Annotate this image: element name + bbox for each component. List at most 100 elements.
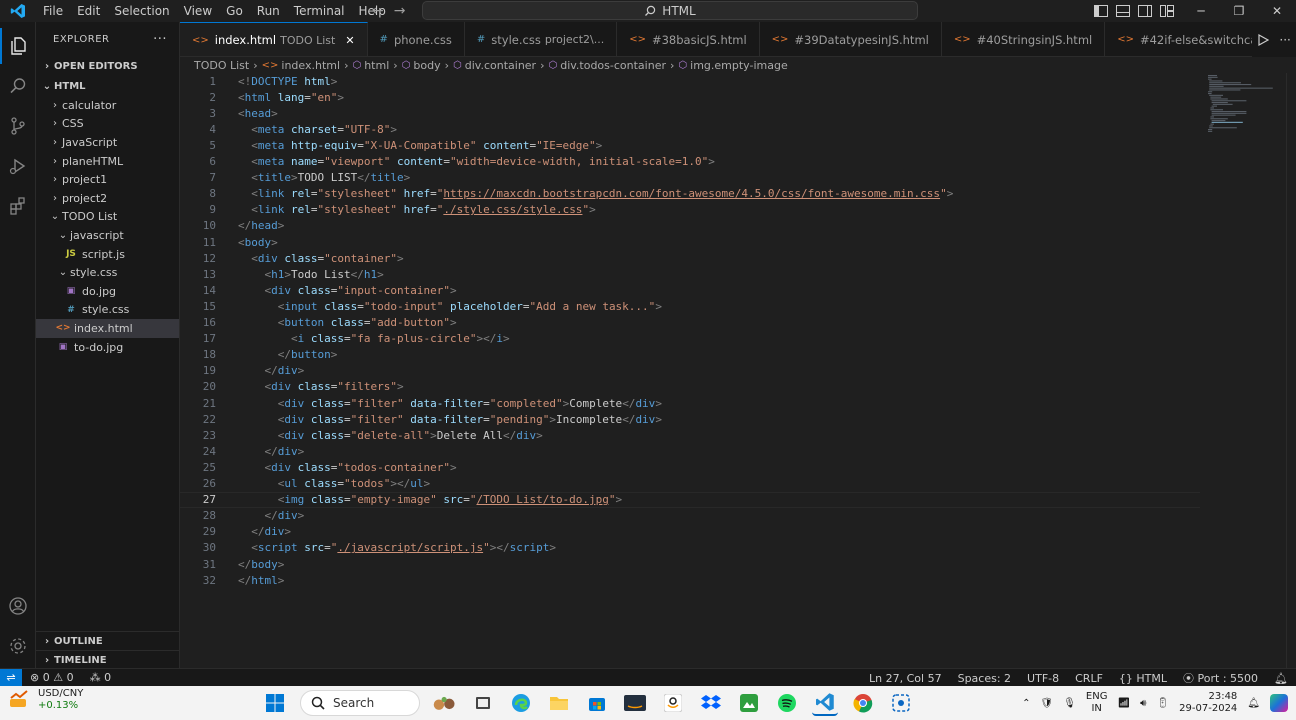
tree-item[interactable]: › project1 [36,170,179,189]
tree-item[interactable]: JS script.js [36,245,179,264]
tree-item[interactable]: ▣ do.jpg [36,282,179,301]
more-actions-icon[interactable]: ··· [153,32,167,47]
live-server-port[interactable]: ⦿ Port : 5500 [1175,670,1266,686]
tab-editor[interactable]: # phone.css [368,22,465,56]
search-icon[interactable] [0,68,36,104]
tab-editor[interactable]: <> #38basicJS.html [617,22,760,56]
end-of-line[interactable]: CRLF [1067,672,1111,685]
menu-run[interactable]: Run [250,0,287,22]
code-line[interactable]: 4 <meta charset="UTF-8"> [180,121,1200,137]
windows-start-icon[interactable] [262,690,288,716]
tree-item[interactable]: › calculator [36,96,179,115]
menu-selection[interactable]: Selection [107,0,176,22]
menu-edit[interactable]: Edit [70,0,107,22]
code-line[interactable]: 12 <div class="container"> [180,250,1200,266]
breadcrumb-item[interactable]: body [413,59,440,72]
code-line[interactable]: 2 <html lang="en"> [180,89,1200,105]
workspace-root[interactable]: ⌄ HTML [36,77,179,96]
tree-item[interactable]: <> index.html [36,319,179,338]
code-line[interactable]: 8 <link rel="stylesheet" href="https://m… [180,186,1200,202]
file-explorer-icon[interactable] [546,690,572,716]
amazon-shopping-icon[interactable] [660,690,686,716]
indentation[interactable]: Spaces: 2 [950,672,1019,685]
code-line[interactable]: 32 </html> [180,572,1200,588]
tab-active[interactable]: <> index.html TODO List ✕ [180,22,368,56]
toggle-primary-sidebar-icon[interactable] [1094,5,1108,17]
code-line[interactable]: 26 <ul class="todos"></ul> [180,476,1200,492]
task-view-icon[interactable] [470,690,496,716]
run-icon[interactable] [1257,33,1270,46]
code-line[interactable]: 15 <input class="todo-input" placeholder… [180,298,1200,314]
code-line[interactable]: 21 <div class="filter" data-filter="comp… [180,395,1200,411]
source-control-icon[interactable] [0,108,36,144]
minimize-icon[interactable]: ─ [1182,4,1220,18]
accounts-icon[interactable] [0,588,36,624]
code-line[interactable]: 19 </div> [180,363,1200,379]
code-line[interactable]: 18 </button> [180,347,1200,363]
tab-editor[interactable]: <> #40StringsinJS.html [942,22,1106,56]
image-viewer-icon[interactable] [736,690,762,716]
dropbox-icon[interactable] [698,690,724,716]
amazon-icon[interactable] [622,690,648,716]
breadcrumb-item[interactable]: div.container [465,59,536,72]
code-line[interactable]: 9 <link rel="stylesheet" href="./style.c… [180,202,1200,218]
snipping-tool-icon[interactable] [888,690,914,716]
code-line[interactable]: 31 </body> [180,556,1200,572]
cursor-position[interactable]: Ln 27, Col 57 [861,672,950,685]
minimap[interactable] [1206,73,1286,133]
vscode-taskbar-icon[interactable] [812,690,838,716]
open-editors-section[interactable]: › OPEN EDITORS [36,57,179,76]
customize-layout-icon[interactable] [1160,5,1174,17]
code-line[interactable]: 29 </div> [180,524,1200,540]
chevron-up-icon[interactable]: ⌃ [1022,698,1030,709]
explorer-icon[interactable] [0,28,36,64]
settings-gear-icon[interactable] [0,628,36,664]
tree-item[interactable]: # style.css [36,301,179,320]
extensions-icon[interactable] [0,188,36,224]
battery-icon[interactable]: 🔋︎ [1156,698,1169,709]
breadcrumb-item[interactable]: index.html [281,59,340,72]
microsoft-store-icon[interactable] [584,690,610,716]
notifications-bell-icon[interactable]: 🔔︎ [1266,672,1296,685]
close-tab-icon[interactable]: ✕ [345,34,354,47]
menu-view[interactable]: View [177,0,219,22]
code-line[interactable]: 1 <!DOCTYPE html> [180,73,1200,89]
code-line[interactable]: 3 <head> [180,105,1200,121]
widgets-animals-icon[interactable] [432,690,458,716]
menu-go[interactable]: Go [219,0,250,22]
code-editor[interactable]: 1 <!DOCTYPE html> 2 <html lang="en"> 3 <head>… [180,73,1296,668]
timeline-section[interactable]: › TIMELINE [36,650,180,669]
menu-terminal[interactable]: Terminal [287,0,352,22]
run-debug-icon[interactable] [0,148,36,184]
chrome-icon[interactable] [850,690,876,716]
code-line[interactable]: 30 <script src="./javascript/script.js">… [180,540,1200,556]
tab-editor[interactable]: # style.css project2\... [465,22,618,56]
tab-editor[interactable]: <> #39DatatypesinJS.html [760,22,942,56]
breadcrumb-item[interactable]: div.todos-container [560,59,666,72]
tree-item[interactable]: ⌄ javascript [36,226,179,245]
breadcrumb-item[interactable]: TODO List [194,59,249,72]
clock[interactable]: 23:48 29-07-2024 [1179,691,1237,715]
code-line[interactable]: 17 <i class="fa fa-plus-circle"></i> [180,331,1200,347]
code-line[interactable]: 14 <div class="input-container"> [180,282,1200,298]
code-line[interactable]: 25 <div class="todos-container"> [180,459,1200,475]
taskbar-search[interactable]: Search [300,690,420,716]
security-shield-icon[interactable]: 🛡︎ [1040,698,1053,709]
code-line[interactable]: 6 <meta name="viewport" content="width=d… [180,154,1200,170]
widgets-ticker[interactable]: USD/CNY +0.13% [8,688,83,712]
breadcrumb-item[interactable]: img.empty-image [690,59,788,72]
code-line[interactable]: 5 <meta http-equiv="X-UA-Compatible" con… [180,137,1200,153]
code-line[interactable]: 27 <img class="empty-image" src="/TODO L… [180,491,1200,508]
code-line[interactable]: 24 </div> [180,443,1200,459]
copilot-icon[interactable] [1270,694,1288,712]
tree-item[interactable]: ▣ to-do.jpg [36,338,179,357]
tree-item[interactable]: › project2 [36,189,179,208]
code-line[interactable]: 23 <div class="delete-all">Delete All</d… [180,427,1200,443]
remote-indicator-icon[interactable]: ⇌ [0,668,22,687]
command-center[interactable]: HTML [422,1,918,20]
spotify-icon[interactable] [774,690,800,716]
microphone-icon[interactable]: 🎙︎ [1063,698,1076,709]
outline-section[interactable]: › OUTLINE [36,631,180,650]
ports-indicator[interactable]: ⁂ 0 [82,671,120,684]
code-line[interactable]: 22 <div class="filter" data-filter="pend… [180,411,1200,427]
